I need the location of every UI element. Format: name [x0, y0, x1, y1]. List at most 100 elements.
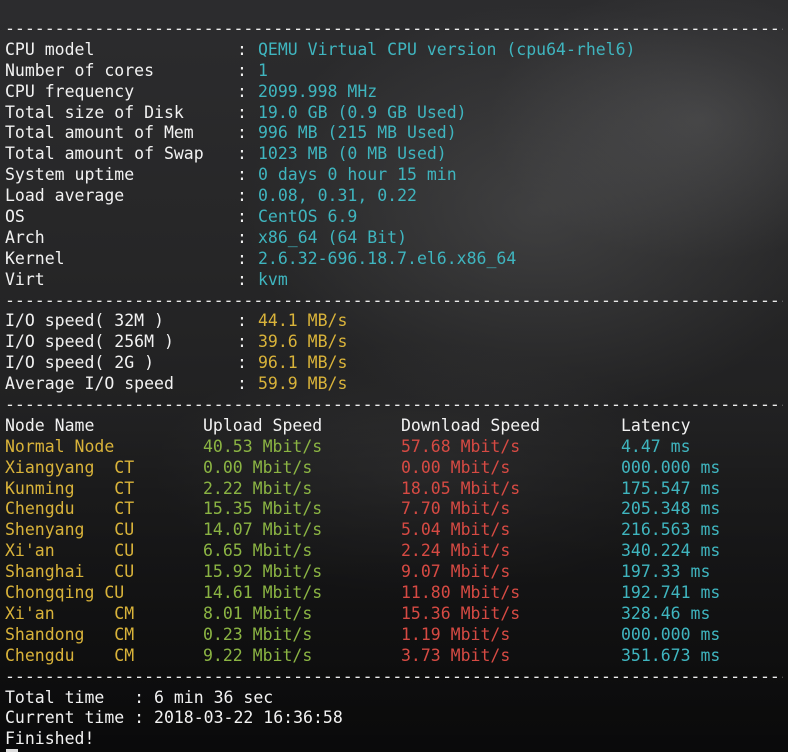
colon: :	[237, 60, 247, 80]
latency: 175.547 ms	[621, 478, 721, 498]
node-name: Shenyang CU	[5, 520, 135, 540]
sysinfo-value: QEMU Virtual CPU version (cpu64-rhel6)	[258, 39, 636, 59]
io-value: 96.1 MB/s	[258, 353, 348, 373]
node-name: Chongqing CU	[5, 583, 125, 603]
sysinfo-label: Kernel	[5, 248, 65, 268]
colon: :	[237, 269, 247, 289]
sysinfo-value: 1023 MB (0 MB Used)	[258, 144, 447, 164]
colon: :	[237, 165, 247, 185]
sysinfo-label: Virt	[5, 269, 45, 289]
download-speed: 15.36 Mbit/s	[401, 603, 521, 623]
upload-speed: 0.00 Mbit/s	[203, 457, 313, 477]
download-speed: 3.73 Mbit/s	[401, 645, 511, 665]
sysinfo-label: OS	[5, 207, 25, 227]
sysinfo-label: Load average	[5, 186, 125, 206]
sysinfo-value: 1	[258, 60, 268, 80]
latency: 000.000 ms	[621, 457, 721, 477]
node-name: Chengdu CT	[5, 499, 135, 519]
separator-dashes: ----------------------------------------…	[5, 395, 783, 415]
download-speed: 11.80 Mbit/s	[401, 583, 521, 603]
download-speed: 2.24 Mbit/s	[401, 541, 511, 561]
header-download-speed: Download Speed	[401, 415, 541, 435]
sysinfo-value: 19.0 GB (0.9 GB Used)	[258, 102, 467, 122]
latency: 351.673 ms	[621, 645, 721, 665]
download-speed: 0.00 Mbit/s	[401, 457, 511, 477]
node-name: Chengdu CM	[5, 645, 135, 665]
latency: 192.741 ms	[621, 583, 721, 603]
colon: :	[237, 39, 247, 59]
latency: 205.348 ms	[621, 499, 721, 519]
header-latency: Latency	[621, 415, 691, 435]
latency: 340.224 ms	[621, 541, 721, 561]
sysinfo-value: 996 MB (215 MB Used)	[258, 123, 457, 143]
colon: :	[237, 374, 247, 394]
sysinfo-label: Total amount of Mem	[5, 123, 194, 143]
download-speed: 7.70 Mbit/s	[401, 499, 511, 519]
sysinfo-label: Arch	[5, 227, 45, 247]
colon: :	[237, 144, 247, 164]
sysinfo-label: Number of cores	[5, 60, 155, 80]
colon: :	[237, 102, 247, 122]
download-speed: 1.19 Mbit/s	[401, 624, 511, 644]
sysinfo-label: CPU model	[5, 39, 95, 59]
colon: :	[237, 81, 247, 101]
download-speed: 9.07 Mbit/s	[401, 562, 511, 582]
terminal-window[interactable]: ----------------------------------------…	[0, 0, 788, 752]
io-value: 44.1 MB/s	[258, 311, 348, 331]
node-name: Xi'an CM	[5, 603, 135, 623]
sysinfo-value: 0.08, 0.31, 0.22	[258, 186, 417, 206]
sysinfo-label: Total size of Disk	[5, 102, 184, 122]
node-name: Kunming CT	[5, 478, 135, 498]
latency: 000.000 ms	[621, 624, 721, 644]
current-time: Current time : 2018-03-22 16:36:58	[5, 708, 343, 728]
io-label: I/O speed( 256M )	[5, 332, 174, 352]
colon: :	[237, 123, 247, 143]
sysinfo-value: CentOS 6.9	[258, 207, 358, 227]
io-label: Average I/O speed	[5, 374, 174, 394]
sysinfo-value: 2099.998 MHz	[258, 81, 378, 101]
colon: :	[237, 186, 247, 206]
sysinfo-label: Total amount of Swap	[5, 144, 204, 164]
latency: 328.46 ms	[621, 603, 711, 623]
sysinfo-label: System uptime	[5, 165, 135, 185]
download-speed: 18.05 Mbit/s	[401, 478, 521, 498]
upload-speed: 40.53 Mbit/s	[203, 436, 323, 456]
io-value: 39.6 MB/s	[258, 332, 348, 352]
download-speed: 5.04 Mbit/s	[401, 520, 511, 540]
separator-dashes: ----------------------------------------…	[5, 19, 783, 38]
upload-speed: 6.65 Mbit/s	[203, 541, 313, 561]
colon: :	[237, 332, 247, 352]
sysinfo-label: CPU frequency	[5, 81, 135, 101]
colon: :	[237, 353, 247, 373]
upload-speed: 0.23 Mbit/s	[203, 624, 313, 644]
finished-message: Finished!	[5, 729, 95, 749]
node-name: Shandong CM	[5, 624, 135, 644]
upload-speed: 15.92 Mbit/s	[203, 562, 323, 582]
io-value: 59.9 MB/s	[258, 374, 348, 394]
upload-speed: 9.22 Mbit/s	[203, 645, 313, 665]
header-upload-speed: Upload Speed	[203, 415, 323, 435]
sysinfo-value: x86_64 (64 Bit)	[258, 227, 408, 247]
io-label: I/O speed( 2G )	[5, 353, 155, 373]
sysinfo-value: 0 days 0 hour 15 min	[258, 165, 457, 185]
sysinfo-value: 2.6.32-696.18.7.el6.x86_64	[258, 248, 517, 268]
upload-speed: 14.61 Mbit/s	[203, 583, 323, 603]
upload-speed: 15.35 Mbit/s	[203, 499, 323, 519]
latency: 4.47 ms	[621, 436, 691, 456]
upload-speed: 8.01 Mbit/s	[203, 603, 313, 623]
node-name: Shanghai CU	[5, 562, 135, 582]
colon: :	[237, 248, 247, 268]
io-label: I/O speed( 32M )	[5, 311, 164, 331]
colon: :	[237, 207, 247, 227]
node-name: Xiangyang CT	[5, 457, 135, 477]
latency: 216.563 ms	[621, 520, 721, 540]
latency: 197.33 ms	[621, 562, 711, 582]
node-name: Xi'an CU	[5, 541, 135, 561]
sysinfo-value: kvm	[258, 269, 288, 289]
node-name: Normal Node	[5, 436, 115, 456]
download-speed: 57.68 Mbit/s	[401, 436, 521, 456]
header-node-name: Node Name	[5, 415, 95, 435]
colon: :	[237, 311, 247, 331]
separator-dashes: ----------------------------------------…	[5, 290, 783, 310]
upload-speed: 14.07 Mbit/s	[203, 520, 323, 540]
